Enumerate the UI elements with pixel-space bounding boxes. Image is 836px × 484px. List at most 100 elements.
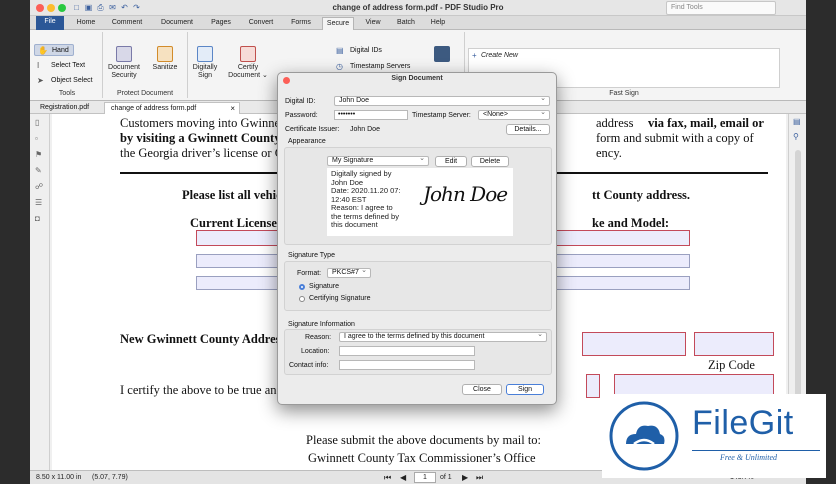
sanitize-icon (157, 46, 173, 62)
reason-select[interactable]: I agree to the terms defined by this doc… (339, 331, 547, 342)
appearance-select[interactable]: My Signature (327, 155, 429, 166)
city-field[interactable] (582, 332, 686, 356)
doc-tab-change-of-address[interactable]: change of address form.pdf × (104, 102, 240, 114)
signature-preview-text: Digitally signed by John Doe Date: 2020.… (331, 169, 401, 230)
sign-button[interactable]: Sign (506, 384, 544, 395)
close-button[interactable]: Close (462, 384, 502, 395)
zip-field[interactable] (694, 332, 774, 356)
filegit-brand: FileGit (692, 404, 794, 442)
heading1-right: tt County address. (592, 188, 691, 202)
clock-icon: ◷ (336, 62, 343, 71)
tab-secure[interactable]: Secure (322, 17, 354, 30)
text-cursor-icon: I (37, 61, 40, 70)
heading1-left: Please list all vehicl (182, 188, 286, 202)
digitally-sign-label-2: Sign (197, 72, 212, 79)
document-security-button[interactable]: Document Security (104, 46, 144, 80)
bookmarks-icon[interactable]: ⚑ (35, 150, 42, 159)
tab-convert[interactable]: Convert (242, 17, 280, 30)
next-page-icon[interactable]: ▶ (462, 473, 468, 482)
details-button[interactable]: Details... (506, 124, 550, 135)
cursor-coords: (5.07, 7.79) (92, 474, 128, 481)
object-select-button[interactable]: ➤ Object Select (34, 75, 100, 87)
digital-id-select[interactable]: John Doe (334, 95, 550, 106)
timestamp-server-label: Timestamp Server: (412, 112, 471, 119)
para1-left: Customers moving into Gwinnett C (120, 116, 299, 130)
submit-line-1: Please submit the above documents by mai… (306, 433, 542, 447)
signature-field[interactable] (586, 374, 600, 398)
tools-group-label: Tools (58, 90, 76, 97)
filegit-tagline: Free & Unlimited (720, 453, 778, 462)
password-input[interactable]: ••••••• (334, 110, 408, 120)
tab-comment[interactable]: Comment (106, 17, 148, 30)
zip-code-label: Zip Code (708, 358, 755, 372)
pen-sign-icon (197, 46, 213, 62)
signature-radio[interactable] (299, 284, 305, 290)
delete-button[interactable]: Delete (471, 156, 509, 167)
validate-signatures-icon[interactable] (434, 46, 450, 62)
timestamp-server-select[interactable]: <None> (478, 109, 550, 120)
find-tools-input[interactable]: Find Tools (666, 1, 776, 15)
create-new-fast-sign[interactable]: Create New (481, 52, 518, 59)
document-security-label-1: Document (108, 64, 140, 71)
appearance-group: My Signature Edit Delete Digitally signe… (284, 147, 552, 245)
digitally-sign-button[interactable]: Digitally Sign (188, 46, 222, 80)
para3-left: the Georgia driver’s license or Geo (120, 146, 296, 160)
certificate-issuer-value: John Doe (350, 126, 380, 133)
ribbon-divider (102, 32, 103, 98)
location-input[interactable] (339, 346, 475, 356)
contact-info-input[interactable] (339, 360, 475, 370)
tab-batch[interactable]: Batch (392, 17, 420, 30)
tab-forms[interactable]: Forms (286, 17, 316, 30)
layers-icon[interactable]: ☰ (35, 198, 42, 207)
hand-label: Hand (52, 47, 69, 54)
tab-file[interactable]: File (36, 16, 64, 30)
certifying-signature-radio[interactable] (299, 296, 305, 302)
first-page-icon[interactable]: ⏮ (384, 473, 391, 483)
signature-type-group: Format: PKCS#7 Signature Certifying Sign… (284, 261, 552, 311)
certify-document-button[interactable]: Certify Document ⌄ (226, 46, 270, 80)
previous-page-icon[interactable]: ◀ (400, 473, 406, 482)
tab-view[interactable]: View (360, 17, 386, 30)
select-text-label: Select Text (51, 62, 86, 69)
edit-button[interactable]: Edit (435, 156, 467, 167)
thumbnails-icon[interactable]: ▫ (35, 134, 38, 143)
submit-line-2: Gwinnett County Tax Commissioner’s Offic… (308, 451, 536, 465)
comments-icon[interactable]: ✎ (35, 166, 42, 175)
para1-mid: address (596, 116, 634, 130)
tags-icon[interactable]: ◘ (35, 214, 40, 223)
tab-pages[interactable]: Pages (206, 17, 236, 30)
filegit-logo-icon (609, 401, 679, 471)
tab-help[interactable]: Help (426, 17, 450, 30)
tab-home[interactable]: Home (70, 17, 102, 30)
digital-ids-label: Digital IDs (350, 47, 382, 54)
search-panel-icon[interactable]: ⚲ (793, 132, 799, 141)
para2-left: by visiting a Gwinnett County ta (120, 131, 294, 145)
ribbon-tabs: File Home Comment Document Pages Convert… (30, 16, 806, 30)
page-number-input[interactable]: 1 (414, 472, 436, 483)
format-select[interactable]: PKCS#7 (327, 267, 371, 278)
plus-icon: + (472, 51, 477, 60)
certify-label-1: Certify (237, 64, 259, 71)
digital-ids-button[interactable]: ▤ Digital IDs (336, 45, 426, 57)
object-select-label: Object Select (51, 77, 93, 84)
properties-icon[interactable]: ▤ (793, 117, 801, 126)
pages-icon[interactable]: ▯ (35, 118, 39, 127)
doc-tab-registration[interactable]: Registration.pdf (34, 102, 104, 114)
para3-right: ency. (596, 146, 622, 160)
dialog-title: Sign Document (391, 75, 443, 82)
last-page-icon[interactable]: ⏭ (476, 473, 483, 483)
tab-document[interactable]: Document (154, 17, 200, 30)
certify-label-2: Document ⌄ (228, 72, 268, 79)
attachments-icon[interactable]: ☍ (35, 182, 43, 191)
certificate-issuer-label: Certificate Issuer: (285, 126, 340, 133)
hand-tool-button[interactable]: ✋ Hand (34, 44, 74, 56)
page-size: 8.50 x 11.00 in (36, 474, 82, 481)
document-security-label-2: Security (111, 72, 137, 79)
sanitize-button[interactable]: Sanitize (146, 46, 184, 72)
filegit-watermark: FileGit Free & Unlimited (602, 394, 826, 478)
certificate-icon (240, 46, 256, 62)
select-text-button[interactable]: I Select Text (34, 60, 98, 72)
para2-right: form and submit with a copy of (596, 131, 754, 145)
close-tab-icon[interactable]: × (230, 103, 235, 114)
contact-info-label: Contact info: (289, 362, 329, 369)
